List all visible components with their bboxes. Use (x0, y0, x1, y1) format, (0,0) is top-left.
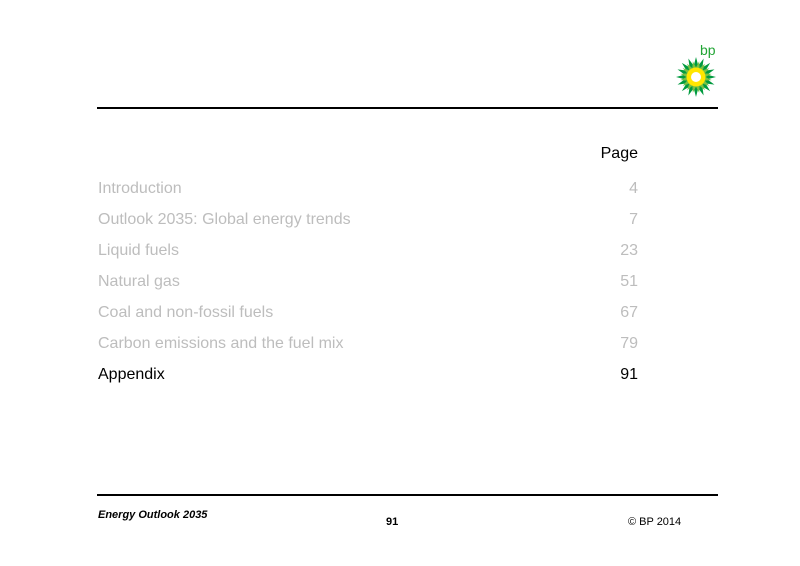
toc-item-coal-non-fossil[interactable]: Coal and non-fossil fuels 67 (98, 297, 638, 328)
toc-item-title: Coal and non-fossil fuels (98, 303, 274, 321)
toc-item-liquid-fuels[interactable]: Liquid fuels 23 (98, 235, 638, 266)
bp-helios-logo-icon (676, 57, 716, 97)
top-divider (97, 107, 718, 109)
toc-item-title: Liquid fuels (98, 241, 179, 259)
toc-item-page: 7 (629, 210, 638, 228)
toc-item-introduction[interactable]: Introduction 4 (98, 173, 638, 204)
footer-copyright: © BP 2014 (628, 516, 682, 528)
toc-item-page: 23 (620, 241, 638, 259)
toc-item-appendix[interactable]: Appendix 91 (98, 359, 638, 390)
table-of-contents: Page Introduction 4 Outlook 2035: Global… (98, 143, 638, 390)
toc-item-page: 51 (620, 272, 638, 290)
toc-item-title: Introduction (98, 179, 182, 197)
toc-page-header: Page (600, 145, 638, 162)
toc-item-carbon-emissions[interactable]: Carbon emissions and the fuel mix 79 (98, 328, 638, 359)
bottom-divider (97, 494, 718, 496)
toc-item-page: 4 (629, 179, 638, 197)
toc-item-page: 79 (620, 334, 638, 352)
toc-item-title: Natural gas (98, 272, 180, 290)
toc-list: Introduction 4 Outlook 2035: Global ener… (98, 173, 638, 390)
toc-item-natural-gas[interactable]: Natural gas 51 (98, 266, 638, 297)
toc-item-global-energy-trends[interactable]: Outlook 2035: Global energy trends 7 (98, 204, 638, 235)
footer-page-number: 91 (386, 516, 399, 528)
toc-item-page: 91 (620, 365, 638, 383)
toc-item-title: Carbon emissions and the fuel mix (98, 334, 344, 352)
toc-item-title: Outlook 2035: Global energy trends (98, 210, 351, 228)
toc-item-page: 67 (620, 303, 638, 321)
footer-document-title: Energy Outlook 2035 (98, 509, 208, 521)
toc-item-title: Appendix (98, 365, 165, 383)
